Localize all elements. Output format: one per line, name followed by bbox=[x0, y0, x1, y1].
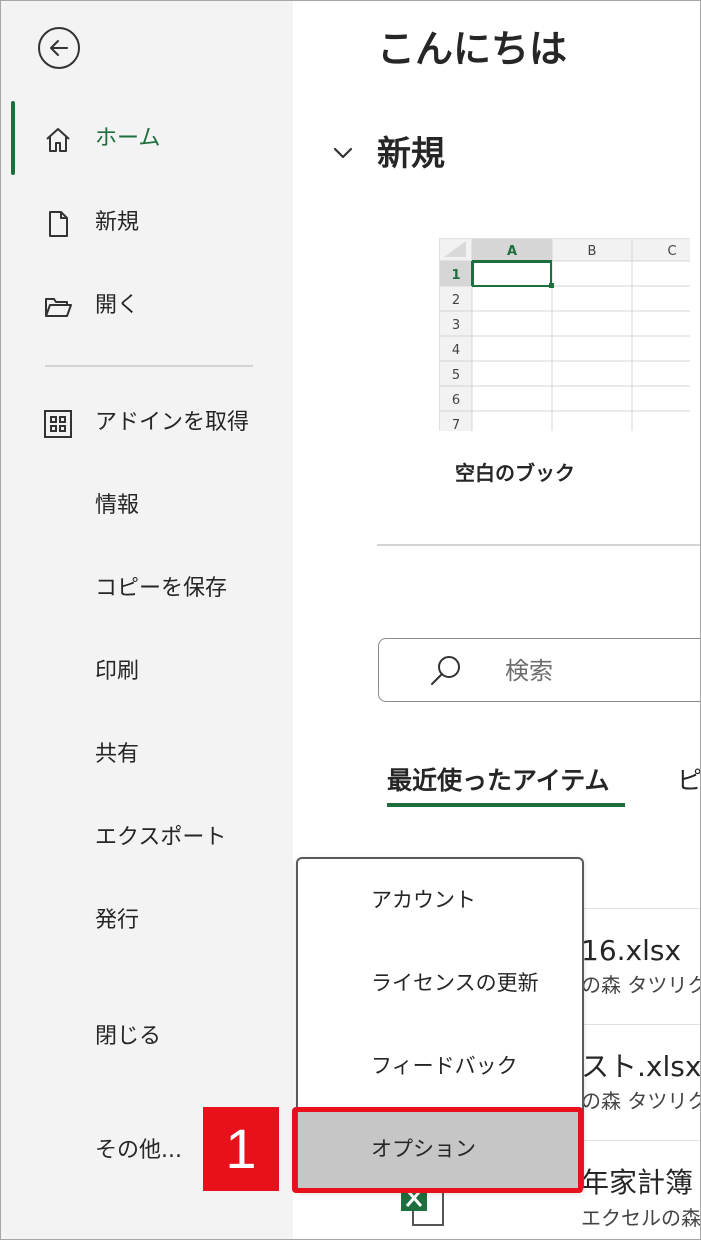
file-separator bbox=[583, 908, 700, 909]
file-meta: エクセルの森 タツリク bbox=[581, 1206, 701, 1230]
section-divider bbox=[377, 544, 700, 546]
search-icon bbox=[431, 656, 460, 685]
file-meta: の森 タツリク bbox=[581, 973, 701, 997]
blank-workbook-template[interactable]: A B C 1 2 3 4 5 6 7 bbox=[439, 238, 690, 431]
sidebar-item-label: 情報 bbox=[95, 493, 140, 518]
sidebar-item-export[interactable]: エクスポート bbox=[1, 810, 293, 866]
chevron-down-icon[interactable] bbox=[331, 141, 355, 165]
file-name[interactable]: スト.xlsx bbox=[581, 1049, 700, 1085]
sidebar-item-publish[interactable]: 発行 bbox=[1, 893, 293, 949]
sidebar-item-save-copy[interactable]: コピーを保存 bbox=[1, 561, 293, 617]
column-header: B bbox=[588, 244, 597, 259]
sidebar-item-label: 印刷 bbox=[95, 659, 140, 684]
file-separator bbox=[583, 1024, 700, 1025]
row-header: 7 bbox=[452, 418, 460, 431]
more-options-menu: アカウント ライセンスの更新 フィードバック オプション bbox=[296, 857, 584, 1192]
sidebar-item-share[interactable]: 共有 bbox=[1, 727, 293, 783]
sidebar-item-label: 共有 bbox=[95, 742, 140, 767]
sidebar-item-label: その他... bbox=[95, 1138, 182, 1163]
sidebar-item-print[interactable]: 印刷 bbox=[1, 644, 293, 700]
sidebar-item-info[interactable]: 情報 bbox=[1, 478, 293, 534]
new-file-icon bbox=[49, 211, 68, 237]
tab-underline bbox=[387, 803, 625, 807]
file-name[interactable]: 16.xlsx bbox=[581, 933, 681, 969]
home-icon bbox=[46, 128, 70, 152]
row-header: 3 bbox=[452, 318, 460, 333]
sidebar-item-label: 発行 bbox=[95, 908, 140, 933]
sidebar-item-home[interactable]: ホーム bbox=[1, 111, 293, 167]
sidebar-divider bbox=[45, 365, 253, 367]
addins-grid-icon bbox=[44, 410, 72, 438]
tab-recent[interactable]: 最近使ったアイテム bbox=[387, 763, 610, 799]
sidebar-item-label: アドインを取得 bbox=[95, 410, 250, 435]
column-header: A bbox=[507, 244, 517, 259]
search-input[interactable] bbox=[503, 653, 700, 689]
sidebar-item-open[interactable]: 開く bbox=[1, 278, 293, 334]
back-button[interactable] bbox=[38, 27, 80, 69]
sidebar-item-new[interactable]: 新規 bbox=[1, 195, 293, 251]
menu-item-options[interactable]: オプション bbox=[298, 1108, 582, 1190]
search-box[interactable] bbox=[378, 638, 700, 702]
menu-item-label: オプション bbox=[371, 1137, 476, 1161]
new-section-title: 新規 bbox=[377, 134, 445, 174]
sidebar-item-addins[interactable]: アドインを取得 bbox=[1, 395, 293, 451]
file-name[interactable]: 年家計簿 bbox=[581, 1165, 693, 1201]
sidebar-item-label: 閉じる bbox=[95, 1024, 162, 1049]
menu-item-license-update[interactable]: ライセンスの更新 bbox=[298, 942, 582, 1024]
backstage-window: ホーム 新規 開く アドインを取得 情報 コピーを保存 印刷 共有 エクスポート… bbox=[0, 0, 701, 1240]
sidebar-item-label: ホーム bbox=[95, 126, 161, 151]
menu-item-label: アカウント bbox=[371, 888, 476, 912]
row-header: 6 bbox=[452, 393, 460, 408]
menu-item-label: フィードバック bbox=[371, 1054, 518, 1078]
column-header: C bbox=[667, 244, 676, 259]
menu-item-feedback[interactable]: フィードバック bbox=[298, 1025, 582, 1107]
sidebar-item-label: コピーを保存 bbox=[95, 576, 228, 601]
row-header: 1 bbox=[451, 268, 460, 283]
sidebar-item-label: 開く bbox=[95, 293, 140, 318]
row-header: 5 bbox=[452, 368, 460, 383]
row-header: 4 bbox=[452, 343, 460, 358]
sidebar-item-label: 新規 bbox=[95, 210, 140, 235]
folder-open-icon bbox=[45, 298, 72, 317]
row-header: 2 bbox=[452, 293, 460, 308]
sheet-preview: A B C 1 2 3 4 5 6 7 bbox=[440, 239, 690, 431]
sidebar-item-close[interactable]: 閉じる bbox=[1, 1009, 293, 1065]
sidebar-item-label: エクスポート bbox=[95, 825, 227, 850]
menu-item-label: ライセンスの更新 bbox=[371, 971, 539, 995]
tab-pinned[interactable]: ピ bbox=[677, 763, 700, 799]
back-arrow-icon bbox=[50, 40, 68, 56]
sidebar: ホーム 新規 開く アドインを取得 情報 コピーを保存 印刷 共有 エクスポート… bbox=[1, 1, 293, 1239]
file-meta: の森 タツリク bbox=[581, 1089, 701, 1113]
menu-item-account[interactable]: アカウント bbox=[298, 859, 582, 941]
file-separator bbox=[583, 1140, 700, 1141]
step-badge: 1 bbox=[203, 1107, 279, 1191]
template-label: 空白のブック bbox=[455, 461, 575, 485]
page-title: こんにちは bbox=[377, 27, 568, 71]
